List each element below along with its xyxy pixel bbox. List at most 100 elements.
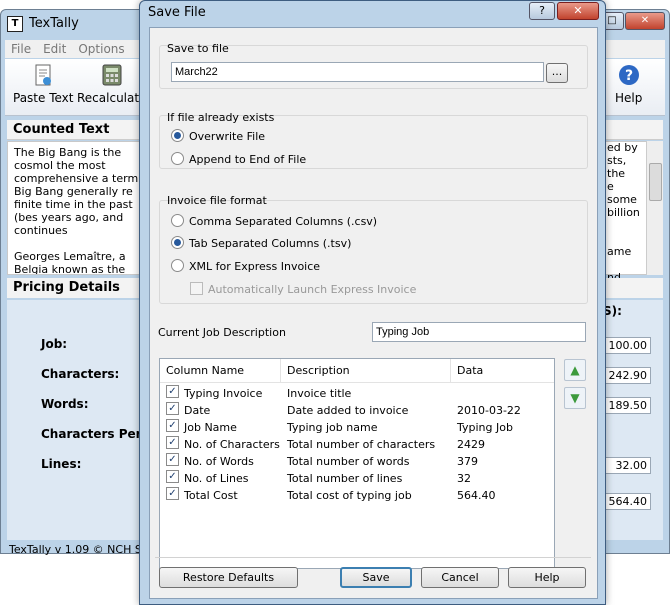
total-cost-value: 564.40 (605, 493, 651, 510)
row-data: 32 (457, 472, 471, 485)
lines-label: Lines: (41, 457, 82, 471)
row-data: 379 (457, 455, 478, 468)
counted-right-line: sts, the (607, 154, 627, 180)
checkbox-checked-icon: ✓ (166, 419, 179, 432)
row-data: Typing Job (457, 421, 513, 434)
radio-selected-icon (171, 129, 184, 142)
checkbox-checked-icon: ✓ (166, 385, 179, 398)
row-name: No. of Lines (184, 472, 249, 485)
xml-radio[interactable]: XML for Express Invoice (171, 259, 320, 274)
row-description: Total cost of typing job (287, 489, 412, 502)
calculator-icon (100, 63, 124, 87)
checkbox-checked-icon: ✓ (166, 487, 179, 500)
counted-text-right-fragments: ed by sts, the e some billion ame nd (607, 141, 647, 284)
column-header-description[interactable]: Description (281, 359, 451, 383)
row-description: Invoice title (287, 387, 352, 400)
dialog-title: Save File (148, 5, 206, 20)
radio-selected-icon (171, 236, 184, 249)
table-row[interactable]: ✓ No. of Characters Total number of char… (160, 436, 554, 453)
counted-right-line: e some (607, 180, 637, 206)
menu-edit[interactable]: Edit (37, 40, 72, 58)
radio-empty-icon (171, 259, 184, 272)
svg-text:?: ? (625, 68, 633, 84)
main-title-bar: T TexTally (7, 13, 79, 35)
restore-defaults-button[interactable]: Restore Defaults (159, 567, 298, 588)
column-header-name[interactable]: Column Name (160, 359, 281, 383)
tsv-radio[interactable]: Tab Separated Columns (.tsv) (171, 236, 351, 251)
table-row[interactable]: ✓ No. of Lines Total number of lines 32 (160, 470, 554, 487)
row-name: Typing Invoice (184, 387, 263, 400)
auto-launch-label: Automatically Launch Express Invoice (208, 283, 417, 296)
dialog-body: Save to file ... If file already exists … (149, 27, 598, 599)
counted-right-line (607, 232, 647, 245)
counted-text-scrollbar[interactable] (646, 141, 663, 275)
close-icon[interactable]: ✕ (625, 12, 665, 30)
append-label: Append to End of File (189, 153, 307, 166)
table-row[interactable]: ✓ No. of Words Total number of words 379 (160, 453, 554, 470)
paste-icon (31, 63, 55, 87)
lines-cost-value: 32.00 (605, 457, 651, 474)
table-row[interactable]: ✓ Total Cost Total cost of typing job 56… (160, 487, 554, 504)
table-row[interactable]: ✓ Date Date added to invoice 2010-03-22 (160, 402, 554, 419)
recalculate-label: Recalculate (77, 91, 147, 105)
row-data: 2429 (457, 438, 485, 451)
radio-empty-icon (171, 214, 184, 227)
checkbox-checked-icon: ✓ (166, 436, 179, 449)
table-row[interactable]: ✓ Typing Invoice Invoice title (160, 385, 554, 402)
row-name: Date (184, 404, 211, 417)
main-window-controls: □ ✕ (599, 12, 665, 30)
csv-radio[interactable]: Comma Separated Columns (.csv) (171, 214, 377, 229)
textally-app-icon: T (7, 15, 23, 32)
scrollbar-thumb[interactable] (649, 163, 662, 201)
row-description: Date added to invoice (287, 404, 409, 417)
row-description: Total number of lines (287, 472, 403, 485)
save-button[interactable]: Save (340, 567, 412, 588)
row-data: 564.40 (457, 489, 496, 502)
help-toolbar-button[interactable]: ? Help (615, 63, 642, 105)
job-description-input[interactable] (372, 322, 586, 342)
row-data: 2010-03-22 (457, 404, 521, 417)
if-exists-label: If file already exists (167, 111, 275, 124)
xml-label: XML for Express Invoice (189, 260, 321, 273)
menu-file[interactable]: File (5, 40, 37, 58)
save-to-file-label: Save to file (167, 42, 229, 55)
counted-right-line: ame (607, 245, 632, 258)
cancel-button[interactable]: Cancel (421, 567, 499, 588)
bottom-divider (155, 557, 591, 558)
checkbox-checked-icon: ✓ (166, 470, 179, 483)
menu-options[interactable]: Options (72, 40, 130, 58)
row-name: Total Cost (184, 489, 238, 502)
help-button[interactable]: Help (508, 567, 586, 588)
paste-text-label: Paste Text (13, 91, 74, 105)
row-name: No. of Characters (184, 438, 280, 451)
job-label: Job: (41, 337, 68, 351)
dialog-help-title-button[interactable]: ? (529, 2, 555, 20)
browse-button[interactable]: ... (546, 63, 568, 83)
csv-label: Comma Separated Columns (.csv) (189, 215, 378, 228)
overwrite-radio[interactable]: Overwrite File (171, 129, 265, 144)
main-window-title: TexTally (29, 16, 79, 31)
characters-cost-value: 242.90 (605, 367, 651, 384)
characters-label: Characters: (41, 367, 120, 381)
table-row[interactable]: ✓ Job Name Typing job name Typing Job (160, 419, 554, 436)
column-header-data[interactable]: Data (451, 359, 554, 383)
row-name: No. of Words (184, 455, 254, 468)
append-radio[interactable]: Append to End of File (171, 152, 306, 167)
filename-input[interactable] (171, 62, 544, 82)
columns-table: Column Name Description Data ✓ Typing In… (159, 358, 555, 569)
paste-text-button[interactable]: Paste Text (13, 63, 73, 105)
tsv-label: Tab Separated Columns (.tsv) (189, 237, 352, 250)
dialog-close-button[interactable]: ✕ (557, 2, 599, 20)
checkbox-checked-icon: ✓ (166, 453, 179, 466)
counted-paragraph-1: The Big Bang is the cosmol the most comp… (14, 146, 139, 237)
job-cost-value: 100.00 (605, 337, 651, 354)
row-description: Total number of characters (287, 438, 436, 451)
row-description: Typing job name (287, 421, 378, 434)
words-label: Words: (41, 397, 89, 411)
move-down-button[interactable]: ▼ (564, 387, 586, 409)
recalculate-button[interactable]: Recalculate (77, 63, 146, 105)
move-up-button[interactable]: ▲ (564, 359, 586, 381)
help-icon: ? (617, 63, 641, 87)
auto-launch-checkbox[interactable]: Automatically Launch Express Invoice (190, 282, 416, 297)
counted-right-line: billion (607, 206, 640, 219)
